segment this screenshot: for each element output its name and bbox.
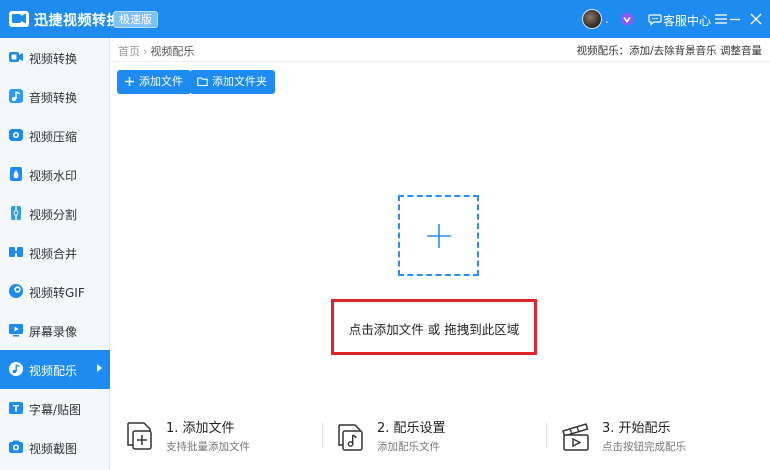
service-center-link[interactable]: 客服中心: [663, 12, 711, 29]
sidebar-item-video-split[interactable]: 视频分割: [0, 194, 110, 233]
minimize-icon: [730, 18, 740, 21]
step-divider: [322, 422, 323, 448]
sidebar-item-video-convert[interactable]: 视频转换: [0, 38, 110, 77]
sidebar-item-video-gif[interactable]: 视频转GIF: [0, 272, 110, 311]
sidebar-item-label: 视频配乐: [29, 364, 78, 378]
sidebar-item-video-compress[interactable]: 视频压缩: [0, 116, 110, 155]
music-file-icon: [338, 424, 363, 451]
drop-zone-add-button[interactable]: [398, 195, 479, 276]
vip-diamond-icon[interactable]: [619, 11, 635, 27]
avatar-suffix: .: [605, 12, 609, 26]
sidebar-item-label: 视频转GIF: [29, 286, 85, 300]
svg-text:T: T: [13, 405, 20, 415]
video-music-icon: [9, 362, 23, 376]
customer-service-icon[interactable]: [648, 12, 662, 26]
video-watermark-icon: [10, 167, 22, 181]
sidebar-item-video-watermark[interactable]: 视频水印: [0, 155, 110, 194]
sidebar-item-video-merge[interactable]: 视频合并: [0, 233, 110, 272]
step-divider: [546, 422, 547, 448]
edition-badge: 极速版: [113, 11, 158, 28]
sidebar-item-video-music[interactable]: 视频配乐: [0, 350, 110, 389]
sidebar-item-label: 视频水印: [29, 169, 78, 183]
sidebar-item-label: 视频压缩: [29, 130, 78, 144]
breadcrumb: 首页 › 视频配乐: [118, 43, 194, 59]
sidebar-item-label: 字幕/贴图: [29, 403, 82, 417]
avatar[interactable]: [582, 9, 602, 29]
sidebar-item-subtitle-sticker[interactable]: T 字幕/贴图: [0, 389, 110, 428]
sidebar-item-screen-record[interactable]: 屏幕录像: [0, 311, 110, 350]
step-title: 2. 配乐设置: [377, 421, 446, 436]
sidebar-item-label: 屏幕录像: [29, 325, 78, 339]
video-compress-icon: [9, 129, 23, 141]
screen-record-icon: [9, 324, 23, 337]
title-bar: 迅捷视频转换器 极速版 . 客服中心: [0, 0, 770, 38]
video-split-icon: [11, 206, 21, 220]
sidebar: 视频转换 音频转换 视频压缩 视频水印 视频分割 视频合并 视频转GIF 屏幕录…: [0, 38, 110, 470]
audio-convert-icon: [9, 89, 23, 103]
video-convert-icon: [9, 52, 23, 62]
close-icon: [750, 13, 762, 25]
breadcrumb-current: 视频配乐: [150, 45, 195, 58]
sidebar-item-label: 音频转换: [29, 91, 78, 105]
plus-icon: [125, 77, 134, 86]
step-description: 支持批量添加文件: [166, 441, 250, 453]
step-title: 1. 添加文件: [166, 421, 235, 436]
app-logo-icon: [9, 11, 29, 27]
close-button[interactable]: [746, 9, 766, 29]
folder-icon: [197, 77, 208, 87]
page-description: 视频配乐：添加/去除背景音乐 调整音量: [576, 45, 762, 57]
subtitle-sticker-icon: T: [9, 402, 23, 415]
add-file-button[interactable]: 添加文件: [117, 70, 191, 94]
add-file-label: 添加文件: [139, 75, 183, 88]
breadcrumb-home[interactable]: 首页: [118, 45, 140, 58]
add-file-icon: [127, 422, 152, 450]
sidebar-item-label: 视频分割: [29, 208, 78, 222]
sidebar-item-label: 视频转换: [29, 52, 78, 66]
active-arrow-icon: [97, 364, 102, 372]
sidebar-item-video-screenshot[interactable]: 视频截图: [0, 428, 110, 467]
header-divider: [111, 61, 770, 62]
video-merge-icon: [9, 247, 23, 257]
step-description: 点击按钮完成配乐: [602, 441, 686, 453]
minimize-button[interactable]: [725, 9, 745, 29]
add-folder-button[interactable]: 添加文件夹: [190, 70, 275, 94]
plus-icon: [427, 224, 451, 248]
drop-hint-highlight: 点击添加文件 或 拖拽到此区域: [331, 299, 537, 355]
step-description: 添加配乐文件: [377, 441, 440, 453]
video-screenshot-icon: [9, 440, 23, 453]
drop-zone-hint[interactable]: 点击添加文件 或 拖拽到此区域: [334, 319, 534, 338]
sidebar-item-label: 视频合并: [29, 247, 78, 261]
sidebar-item-audio-convert[interactable]: 音频转换: [0, 77, 110, 116]
video-gif-icon: [9, 284, 23, 298]
add-folder-label: 添加文件夹: [212, 75, 267, 88]
play-clapper-icon: [562, 423, 589, 451]
breadcrumb-separator: ›: [143, 45, 148, 58]
step-title: 3. 开始配乐: [602, 421, 671, 436]
sidebar-item-label: 视频截图: [29, 442, 78, 456]
